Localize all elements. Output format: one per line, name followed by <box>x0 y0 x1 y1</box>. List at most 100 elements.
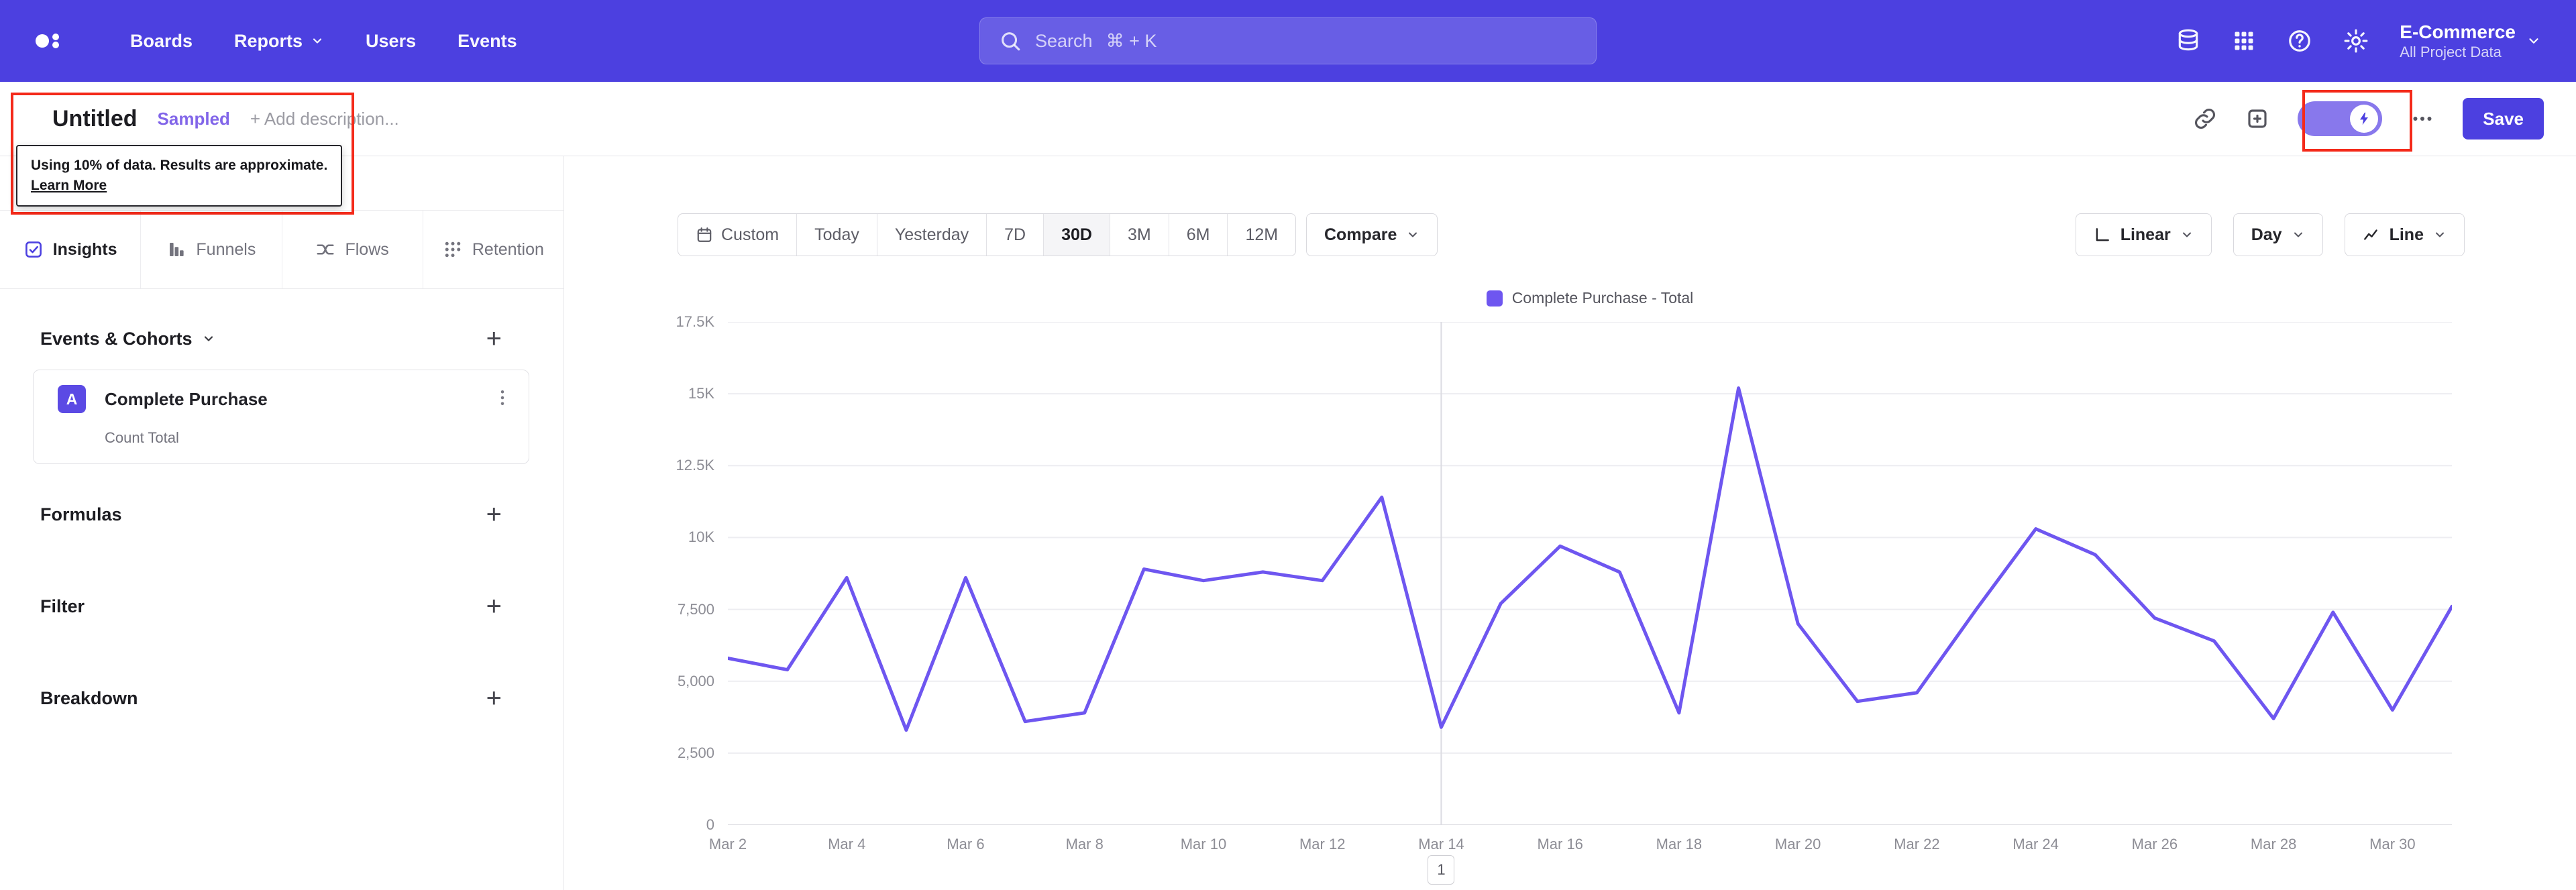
event-series-badge: A <box>58 385 86 413</box>
report-header-right: Save <box>2193 82 2544 156</box>
y-tick-label: 12.5K <box>676 457 715 474</box>
compare-label: Compare <box>1324 225 1397 244</box>
range-custom-label: Custom <box>721 225 780 244</box>
retention-icon <box>443 239 463 260</box>
add-description[interactable]: + Add description... <box>250 109 399 129</box>
chevron-down-icon <box>313 38 322 44</box>
flows-icon <box>315 239 335 260</box>
x-tick-label: Mar 8 <box>1065 836 1104 852</box>
chart-legend[interactable]: Complete Purchase - Total <box>728 289 2452 307</box>
range-12m[interactable]: 12M <box>1227 214 1295 256</box>
top-nav-links: Boards Reports Users Events <box>130 31 517 52</box>
y-tick-label: 10K <box>688 529 714 546</box>
mixpanel-logo[interactable] <box>35 31 66 51</box>
project-switcher[interactable]: E-Commerce All Project Data <box>2400 21 2541 61</box>
nav-boards[interactable]: Boards <box>130 31 193 52</box>
breakdown-title: Breakdown <box>40 687 138 708</box>
nav-boards-label: Boards <box>130 30 193 51</box>
chevron-down-icon <box>204 336 213 341</box>
tab-retention[interactable]: Retention <box>422 211 564 288</box>
report-main: Custom Today Yesterday 7D 30D 3M 6M 12M … <box>564 156 2576 890</box>
event-card[interactable]: A Complete Purchase Count Total <box>33 370 529 464</box>
search-shortcut: ⌘ + K <box>1106 30 1157 51</box>
project-text: E-Commerce All Project Data <box>2400 21 2516 61</box>
funnels-icon <box>166 239 186 260</box>
compare-button[interactable]: Compare <box>1306 213 1438 256</box>
top-nav-right: E-Commerce All Project Data <box>2176 0 2541 82</box>
scale-label: Linear <box>2120 225 2171 244</box>
tab-insights-label: Insights <box>52 239 117 259</box>
report-type-tabs: Insights Funnels Flows Retention <box>0 210 564 289</box>
lightning-bolt-icon <box>2360 112 2369 125</box>
project-scope: All Project Data <box>2400 44 2502 60</box>
range-6m[interactable]: 6M <box>1168 214 1228 256</box>
y-tick-label: 15K <box>688 385 714 402</box>
x-tick-label: Mar 24 <box>2012 836 2059 852</box>
chart-type-label: Line <box>2389 225 2424 244</box>
event-name[interactable]: Complete Purchase <box>105 389 268 410</box>
nav-events-label: Events <box>458 30 517 51</box>
report-header: Untitled Sampled + Add description... Sa… <box>0 82 2576 156</box>
event-metric[interactable]: Count Total <box>105 429 179 447</box>
tab-insights[interactable]: Insights <box>0 211 140 288</box>
range-today[interactable]: Today <box>796 214 877 256</box>
y-tick-label: 7,500 <box>677 600 714 618</box>
add-breakdown-button[interactable]: + <box>486 685 502 712</box>
nav-reports[interactable]: Reports <box>234 31 324 52</box>
data-icon[interactable] <box>2176 28 2201 54</box>
project-name: E-Commerce <box>2400 21 2516 42</box>
gear-icon[interactable] <box>2343 28 2369 54</box>
scale-selector[interactable]: Linear <box>2075 213 2212 256</box>
add-formula-button[interactable]: + <box>486 501 502 528</box>
y-tick-label: 0 <box>706 816 714 833</box>
tab-flows[interactable]: Flows <box>281 211 423 288</box>
filter-title: Filter <box>40 596 85 616</box>
line-chart-svg <box>728 322 2452 825</box>
legend-label: Complete Purchase - Total <box>1511 289 1694 307</box>
granularity-selector[interactable]: Day <box>2233 213 2323 256</box>
more-options-icon[interactable] <box>2410 107 2434 131</box>
x-tick-label: Mar 4 <box>828 836 866 852</box>
learn-more-link[interactable]: Learn More <box>31 178 107 193</box>
top-nav: Boards Reports Users Events Search ⌘ + K <box>0 0 2576 82</box>
chart-type-selector[interactable]: Line <box>2344 213 2465 256</box>
chevron-down-icon <box>2180 228 2194 241</box>
range-yesterday[interactable]: Yesterday <box>876 214 986 256</box>
events-cohorts-header: Events & Cohorts + <box>40 325 502 352</box>
filter-section: Filter + <box>40 593 502 620</box>
view-controls: Linear Day Line <box>2075 213 2465 256</box>
add-to-board-icon[interactable] <box>2245 107 2269 131</box>
calendar-icon <box>697 227 712 242</box>
event-options-icon[interactable] <box>492 388 513 408</box>
date-range-picker: Custom Today Yesterday 7D 30D 3M 6M 12M <box>678 213 1297 256</box>
help-icon[interactable] <box>2287 28 2312 54</box>
range-3m[interactable]: 3M <box>1109 214 1169 256</box>
tab-funnels[interactable]: Funnels <box>140 211 281 288</box>
add-filter-button[interactable]: + <box>486 593 502 620</box>
range-7d[interactable]: 7D <box>986 214 1043 256</box>
sampling-tooltip-text: Using 10% of data. Results are approxima… <box>31 158 328 173</box>
nav-users-label: Users <box>366 30 417 51</box>
chevron-down-icon <box>2433 228 2447 241</box>
add-event-button[interactable]: + <box>486 325 502 352</box>
x-tick-label: Mar 20 <box>1774 836 1821 852</box>
sampled-badge[interactable]: Sampled <box>158 109 230 129</box>
search-input[interactable]: Search ⌘ + K <box>979 17 1597 64</box>
nav-events[interactable]: Events <box>458 31 517 52</box>
range-30d[interactable]: 30D <box>1043 214 1110 256</box>
report-title[interactable]: Untitled <box>52 106 138 132</box>
y-axis-labels: 0 2,500 5,000 7,500 10K 12.5K 15K 17.5K <box>564 313 715 833</box>
share-link-icon[interactable] <box>2193 107 2217 131</box>
apps-grid-icon[interactable] <box>2232 29 2256 53</box>
nav-users[interactable]: Users <box>366 31 416 52</box>
sampling-toggle[interactable] <box>2298 101 2383 136</box>
search-icon <box>1002 32 1020 51</box>
range-custom[interactable]: Custom <box>678 214 796 256</box>
save-button[interactable]: Save <box>2463 98 2544 140</box>
line-chart <box>728 322 2452 825</box>
x-tick-label: Mar 16 <box>1537 836 1583 852</box>
linear-axis-icon <box>2096 228 2109 241</box>
sampling-tooltip: Using 10% of data. Results are approxima… <box>16 145 343 207</box>
events-cohorts-title[interactable]: Events & Cohorts <box>40 329 215 349</box>
pagination-page-1[interactable]: 1 <box>1428 855 1455 885</box>
